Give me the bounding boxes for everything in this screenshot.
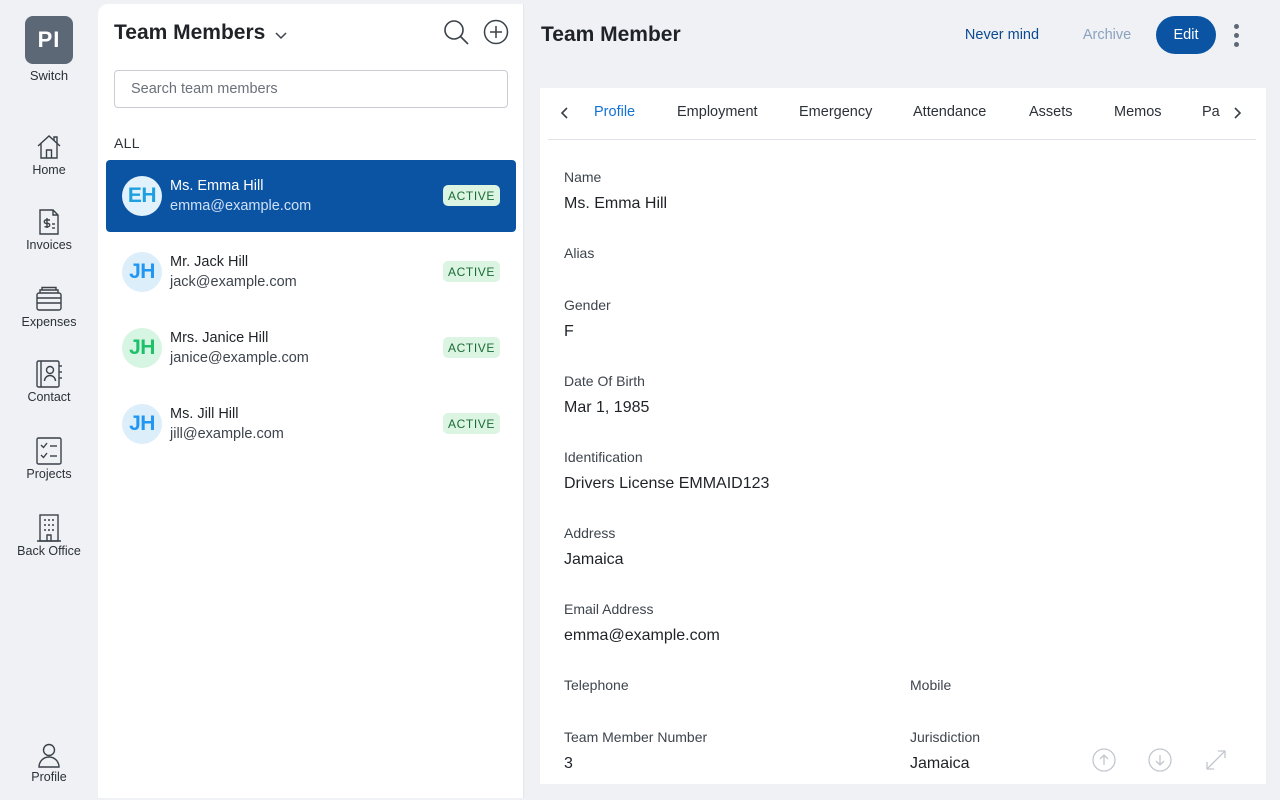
status-badge: ACTIVE	[443, 185, 500, 206]
member-row[interactable]: JH Ms. Jill Hill jill@example.com ACTIVE	[106, 388, 516, 460]
never-mind-button[interactable]: Never mind	[950, 16, 1054, 54]
nav-home-label: Home	[32, 163, 66, 177]
member-email: jill@example.com	[170, 426, 284, 442]
nav-contact[interactable]: Contact	[0, 359, 98, 419]
arrow-up-circle-icon	[1092, 748, 1116, 772]
nav-projects-label: Projects	[26, 467, 72, 481]
field-label-gender: Gender	[564, 297, 611, 313]
tab-assets[interactable]: Assets	[1029, 104, 1073, 139]
nav-back-office-label: Back Office	[17, 544, 81, 558]
field-value-dob: Mar 1, 1985	[564, 399, 650, 416]
nav-projects[interactable]: Projects	[0, 436, 98, 496]
switch-initials: PI	[37, 27, 61, 52]
tab-employment[interactable]: Employment	[677, 104, 758, 139]
chevron-left-icon	[560, 107, 568, 119]
switch-label[interactable]: Switch	[0, 68, 98, 83]
field-label-telephone: Telephone	[564, 677, 629, 693]
field-value-address: Jamaica	[564, 551, 624, 568]
more-options-icon[interactable]	[1226, 20, 1246, 50]
search-input[interactable]	[114, 70, 508, 108]
invoice-icon	[39, 209, 59, 235]
nav-expenses-label: Expenses	[21, 315, 77, 329]
avatar: EH	[122, 176, 162, 216]
tab-partial[interactable]: Pa	[1202, 104, 1220, 139]
expand-icon	[1206, 750, 1226, 770]
nav-invoices-label: Invoices	[26, 238, 72, 252]
member-row[interactable]: JH Mrs. Janice Hill janice@example.com A…	[106, 312, 516, 384]
field-label-member-number: Team Member Number	[564, 729, 708, 745]
nav-invoices[interactable]: Invoices	[0, 207, 98, 267]
team-members-panel: Team Members ALL EH Ms. Emma Hill emma@e…	[98, 4, 524, 798]
detail-tabs: Profile Employment Emergency Attendance …	[548, 88, 1256, 140]
status-badge: ACTIVE	[443, 413, 500, 434]
field-label-identification: Identification	[564, 449, 643, 465]
section-label-all: ALL	[114, 135, 140, 151]
status-badge: ACTIVE	[443, 337, 500, 358]
tab-emergency[interactable]: Emergency	[799, 104, 872, 139]
tabs-scroll-left[interactable]	[554, 100, 576, 126]
field-label-name: Name	[564, 169, 602, 185]
switch-org-button[interactable]: PI	[25, 16, 73, 64]
search-icon	[444, 20, 469, 45]
field-label-jurisdiction: Jurisdiction	[910, 729, 981, 745]
nav-contact-label: Contact	[27, 390, 71, 404]
arrow-down-circle-icon	[1148, 748, 1172, 772]
field-label-alias: Alias	[564, 245, 595, 261]
member-email: janice@example.com	[170, 350, 309, 366]
nav-home[interactable]: Home	[0, 132, 98, 192]
user-icon	[38, 743, 60, 768]
page-title: Team Member	[541, 23, 681, 46]
member-name: Mr. Jack Hill	[170, 254, 249, 270]
field-value-email: emma@example.com	[564, 627, 720, 644]
status-badge: ACTIVE	[443, 261, 500, 282]
nav-profile[interactable]: Profile	[0, 742, 98, 786]
nav-expenses[interactable]: Expenses	[0, 284, 98, 344]
member-row[interactable]: JH Mr. Jack Hill jack@example.com ACTIVE	[106, 236, 516, 308]
avatar: JH	[122, 328, 162, 368]
field-label-mobile: Mobile	[910, 677, 952, 693]
field-label-email: Email Address	[564, 601, 654, 617]
member-row[interactable]: EH Ms. Emma Hill emma@example.com ACTIVE	[106, 160, 516, 232]
list-title: Team Members	[114, 21, 266, 44]
add-member-button[interactable]	[482, 18, 510, 46]
field-value-member-number: 3	[564, 755, 573, 772]
member-email: jack@example.com	[170, 274, 297, 290]
member-name: Mrs. Janice Hill	[170, 330, 269, 346]
nav-profile-label: Profile	[31, 770, 67, 784]
chevron-right-icon	[1234, 107, 1242, 119]
team-members-dropdown[interactable]: Team Members	[114, 21, 289, 45]
nav-back-office[interactable]: Back Office	[0, 513, 98, 573]
tab-attendance[interactable]: Attendance	[913, 104, 986, 139]
archive-button[interactable]: Archive	[1070, 16, 1144, 54]
edit-button[interactable]: Edit	[1156, 16, 1216, 54]
wallet-icon	[36, 286, 62, 311]
scroll-down-button[interactable]	[1147, 747, 1173, 773]
avatar: JH	[122, 404, 162, 444]
expand-button[interactable]	[1203, 747, 1229, 773]
building-icon	[37, 514, 61, 542]
field-value-jurisdiction: Jamaica	[910, 755, 970, 772]
field-label-address: Address	[564, 525, 616, 541]
field-value-identification: Drivers License EMMAID123	[564, 475, 770, 492]
checklist-icon	[36, 437, 62, 465]
home-icon	[37, 135, 61, 159]
avatar: JH	[122, 252, 162, 292]
member-email: emma@example.com	[170, 198, 312, 214]
tab-profile[interactable]: Profile	[594, 104, 635, 139]
tabs-scroll-right[interactable]	[1226, 100, 1248, 126]
app-rail: PI Switch Home Invoices Expenses Contact…	[0, 0, 98, 800]
plus-circle-icon	[483, 19, 509, 45]
scroll-up-button[interactable]	[1091, 747, 1117, 773]
contact-book-icon	[36, 360, 62, 388]
field-value-gender: F	[564, 323, 574, 340]
team-member-detail: Profile Employment Emergency Attendance …	[540, 88, 1266, 784]
search-button[interactable]	[442, 18, 470, 46]
field-label-dob: Date Of Birth	[564, 373, 645, 389]
tab-memos[interactable]: Memos	[1114, 104, 1162, 139]
field-value-name: Ms. Emma Hill	[564, 195, 668, 212]
member-name: Ms. Emma Hill	[170, 178, 264, 194]
member-name: Ms. Jill Hill	[170, 406, 239, 422]
chevron-down-icon	[275, 32, 287, 40]
